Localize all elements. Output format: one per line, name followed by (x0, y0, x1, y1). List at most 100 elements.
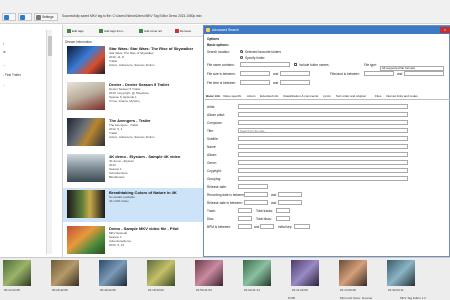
filmstrip[interactable]: 00:14:22:08 00:26:42:05 00:40:22:06 01:1… (0, 257, 450, 300)
frame-thumbnail[interactable] (195, 260, 223, 286)
total-discs-field[interactable] (276, 216, 290, 221)
dialog-titlebar[interactable]: Advanced Search × (204, 26, 450, 34)
forward-button[interactable] (18, 13, 32, 21)
release-date-max-field[interactable] (278, 200, 302, 205)
scrollbar-thumb[interactable] (48, 36, 52, 56)
gear-icon (36, 14, 41, 20)
advanced-search-dialog: Advanced Search × Options Basic options:… (203, 25, 450, 257)
artist-field[interactable] (238, 104, 408, 109)
subtitle-field[interactable] (238, 136, 408, 141)
tab-basic-info[interactable]: Basic info (206, 94, 220, 98)
frame-time: 01:54:21:03 (196, 288, 212, 292)
frame-thumbnail[interactable] (51, 260, 79, 286)
specify-folder-label: Specify folder: (245, 56, 266, 60)
tree-scrollbar[interactable] (46, 30, 52, 254)
file-size-max-field[interactable] (280, 71, 310, 76)
frame-time: 00:40:22:06 (100, 288, 116, 292)
list-item-selected[interactable]: Breathtaking Colors of Nature in 4K No d… (63, 188, 203, 222)
album-artist-field[interactable] (238, 112, 408, 117)
frame-thumbnail[interactable] (99, 260, 127, 286)
frame-time: 00:26:42:05 (52, 288, 68, 292)
list-item[interactable]: Demo - Sample MKV video file - Pilot MKV… (63, 224, 203, 258)
specify-folder-radio[interactable] (240, 56, 243, 59)
add-cover-button[interactable]: Add cover art (139, 28, 162, 34)
status-message: Successfully saved MKV tag to file: C:\U… (62, 14, 202, 18)
grouping-label: Grouping: (207, 177, 221, 181)
and-label: and (254, 225, 260, 229)
release-date-min-field[interactable] (244, 200, 268, 205)
track-field[interactable] (238, 208, 252, 213)
release-date-field[interactable] (238, 184, 268, 189)
disc-field[interactable] (238, 216, 252, 221)
frame-thumbnail[interactable] (147, 260, 175, 286)
frame-thumbnail[interactable] (291, 260, 319, 286)
tree-item[interactable]: \ (3, 42, 4, 46)
release-date-between-label: Release date is between: (207, 201, 243, 205)
bpm-min-field[interactable] (238, 224, 252, 229)
grouping-field[interactable] (238, 176, 408, 181)
file-size-min-field[interactable] (240, 71, 270, 76)
frame-time: 01:32:04:11 (388, 288, 404, 292)
remove-button[interactable]: Remove (175, 28, 191, 34)
media-list[interactable]: Stream information Star Wars: Star Wars:… (63, 38, 203, 256)
tab-internet-links[interactable]: Internet links and codes (386, 94, 418, 98)
and-label: and (273, 81, 279, 85)
list-item[interactable]: 4K demo - Elysium - Sample 4K video 4K d… (63, 152, 203, 186)
bpm-between-label: BPM is between: (207, 225, 231, 229)
frame-thumbnail[interactable] (3, 260, 31, 286)
tab-extended-info[interactable]: Extended info (260, 94, 278, 98)
title-label: Title: (207, 129, 214, 133)
tab-video-specific[interactable]: Video specific (223, 94, 241, 98)
add-tags-button[interactable]: Add tags from... (99, 28, 125, 34)
list-item[interactable]: Star Wars: Star Wars: The Rise of Skywal… (63, 44, 203, 78)
cover-thumbnail (67, 190, 105, 218)
tab-actors[interactable]: Actors (247, 94, 256, 98)
cover-thumbnail (67, 118, 105, 146)
disc-label: Disc: (207, 217, 215, 221)
recording-date-max-field[interactable] (278, 192, 302, 197)
filecount-max-field[interactable] (404, 71, 444, 76)
subtitle-label: Subtitle: (207, 137, 219, 141)
edit-tags-button[interactable]: Edit tags (67, 28, 84, 34)
cover-thumbnail (67, 82, 105, 110)
genre-field[interactable] (238, 160, 408, 165)
selected-folders-radio[interactable] (240, 50, 243, 53)
search-location-label: Search location: (207, 50, 230, 54)
tree-item[interactable]: ... (3, 63, 6, 67)
list-item[interactable]: The Avengers - Trailer The Avengers - Tr… (63, 116, 203, 150)
composer-field[interactable] (238, 120, 408, 125)
folder-tree[interactable]: \ \s ... - First Trailer .. (0, 25, 63, 257)
file-name-field[interactable] (240, 62, 290, 67)
tab-sort-order[interactable]: Sort order and original (336, 94, 366, 98)
frame-thumbnail[interactable] (387, 260, 415, 286)
file-type-label: File type: (364, 63, 377, 67)
initial-key-field[interactable] (294, 224, 310, 229)
composer-label: Composer: (207, 121, 223, 125)
title-field[interactable] (238, 128, 408, 133)
tree-item[interactable]: .. (3, 83, 5, 87)
file-time-min-field[interactable] (240, 80, 270, 85)
frame-thumbnail[interactable] (243, 260, 271, 286)
copyright-field[interactable] (238, 168, 408, 173)
include-folder-names-checkbox[interactable] (294, 63, 297, 66)
recording-date-min-field[interactable] (244, 192, 268, 197)
tree-item[interactable]: \s (3, 50, 5, 54)
total-tracks-field[interactable] (276, 208, 290, 213)
settings-button[interactable]: Settings (34, 13, 58, 21)
tab-lyrics[interactable]: Lyrics (323, 94, 331, 98)
search-tabs: Basic info Video specific Actors Extende… (205, 94, 450, 100)
filecount-min-field[interactable] (364, 71, 394, 76)
list-item[interactable]: Dexter - Dexter Season 5 Trailer Dexter … (63, 80, 203, 114)
tab-files[interactable]: Files (375, 94, 381, 98)
remove-icon (175, 29, 179, 33)
tree-item[interactable]: - First Trailer (3, 73, 21, 77)
bpm-max-field[interactable] (260, 224, 274, 229)
file-time-max-field[interactable] (280, 80, 310, 85)
frame-thumbnail[interactable] (339, 260, 367, 286)
close-button[interactable]: × (440, 27, 450, 33)
back-button[interactable] (2, 13, 16, 21)
track-label: Track: (207, 209, 216, 213)
tab-classification[interactable]: Classification & comments (283, 94, 318, 98)
album-field[interactable] (238, 152, 408, 157)
name-field[interactable] (238, 144, 408, 149)
